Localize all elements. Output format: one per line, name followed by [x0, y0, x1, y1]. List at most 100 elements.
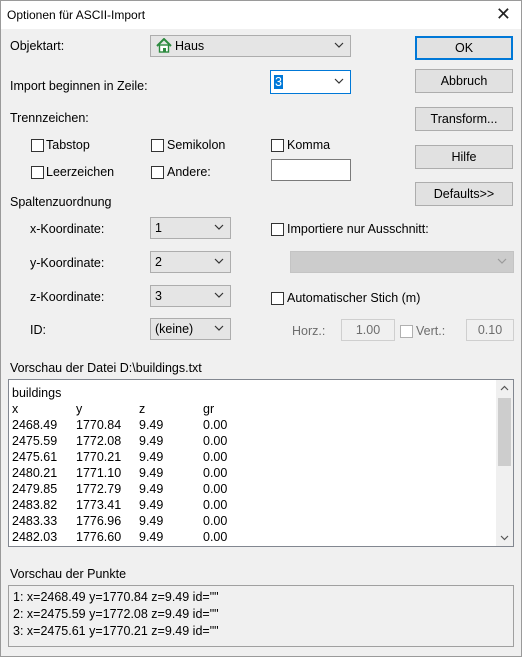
- table-cell: 2475.59: [12, 434, 58, 448]
- table-cell: 9.49: [139, 466, 164, 480]
- ausschnitt-checkbox[interactable]: [271, 223, 284, 236]
- tabstop-checkbox[interactable]: [31, 139, 44, 152]
- stich-checkbox[interactable]: [271, 292, 284, 305]
- vert-value: 0.10: [477, 323, 503, 337]
- table-cell: 9.49: [139, 418, 164, 432]
- table-cell: 2483.82: [12, 498, 58, 512]
- import-start-select[interactable]: 3: [270, 70, 351, 94]
- window-title: Optionen für ASCII-Import: [7, 8, 146, 22]
- vert-checkbox[interactable]: [400, 325, 413, 338]
- ok-button[interactable]: OK: [415, 36, 513, 60]
- andere-input[interactable]: [271, 159, 351, 181]
- y-koordinate-value: 2: [155, 255, 162, 269]
- y-koordinate-label: y-Koordinate:: [30, 256, 105, 270]
- objektart-select[interactable]: Haus: [150, 35, 351, 57]
- house-icon: [156, 38, 172, 53]
- x-koordinate-select[interactable]: 1: [150, 217, 231, 239]
- y-koordinate-select[interactable]: 2: [150, 251, 231, 273]
- vertical-scrollbar[interactable]: [496, 380, 513, 546]
- x-koordinate-label: x-Koordinate:: [30, 222, 105, 236]
- horz-label: Horz.:: [292, 324, 326, 338]
- abbruch-button[interactable]: Abbruch: [415, 69, 513, 93]
- vert-input[interactable]: 0.10: [466, 319, 514, 341]
- table-cell: 9.49: [139, 498, 164, 512]
- table-cell: 0.00: [203, 466, 228, 480]
- import-start-value: 3: [274, 75, 283, 89]
- column-header: y: [76, 402, 83, 416]
- chevron-down-icon: [334, 78, 344, 84]
- table-cell: 1773.41: [76, 498, 122, 512]
- table-cell: 9.49: [139, 514, 164, 528]
- komma-label: Komma: [287, 138, 331, 152]
- chevron-down-icon: [214, 292, 224, 298]
- x-koordinate-value: 1: [155, 221, 162, 235]
- z-koordinate-select[interactable]: 3: [150, 285, 231, 307]
- table-cell: 0.00: [203, 514, 228, 528]
- ausschnitt-select[interactable]: [290, 251, 514, 273]
- list-item: 2: x=2475.59 y=1772.08 z=9.49 id="": [13, 607, 219, 621]
- table-cell: 0.00: [203, 450, 228, 464]
- file-preview-list[interactable]: buildings x y z gr 2468.49 1770.84 9.49 0.0…: [8, 379, 514, 547]
- list-item: 1: x=2468.49 y=1770.84 z=9.49 id="": [13, 590, 219, 604]
- table-cell: 2475.61: [12, 450, 58, 464]
- table-cell: 1776.96: [76, 514, 122, 528]
- table-cell: 0.00: [203, 498, 228, 512]
- scroll-up-icon[interactable]: [499, 383, 510, 394]
- semikolon-checkbox[interactable]: [151, 139, 164, 152]
- list-item: 3: x=2475.61 y=1770.21 z=9.49 id="": [13, 624, 219, 638]
- chevron-down-icon: [214, 325, 224, 331]
- andere-label: Andere:: [167, 165, 211, 179]
- horz-input[interactable]: 1.00: [341, 319, 395, 341]
- transform-button[interactable]: Transform...: [415, 107, 513, 131]
- id-value: (keine): [155, 322, 194, 336]
- table-cell: 9.49: [139, 482, 164, 496]
- table-cell: 1770.21: [76, 450, 122, 464]
- z-koordinate-label: z-Koordinate:: [30, 290, 105, 304]
- points-preview-label: Vorschau der Punkte: [10, 567, 127, 581]
- table-cell: 2482.03: [12, 530, 58, 544]
- table-cell: 9.49: [139, 530, 164, 544]
- objektart-label: Objektart:: [10, 39, 65, 53]
- tabstop-label: Tabstop: [46, 138, 90, 152]
- column-header: gr: [203, 402, 215, 416]
- table-cell: 2480.21: [12, 466, 58, 480]
- scroll-down-icon[interactable]: [499, 532, 510, 543]
- spaltenzuordnung-label: Spaltenzuordnung: [10, 195, 112, 209]
- import-start-label: Import beginnen in Zeile:: [10, 79, 148, 93]
- id-label: ID:: [30, 323, 46, 337]
- table-cell: 2483.33: [12, 514, 58, 528]
- table-cell: 2468.49: [12, 418, 58, 432]
- table-cell: 9.49: [139, 450, 164, 464]
- points-preview-box: 1: x=2468.49 y=1770.84 z=9.49 id="" 2: x…: [8, 585, 514, 647]
- stich-label: Automatischer Stich (m): [287, 291, 421, 305]
- table-cell: 1772.79: [76, 482, 122, 496]
- hilfe-button[interactable]: Hilfe: [415, 145, 513, 169]
- chevron-down-icon: [334, 42, 344, 48]
- table-cell: 0.00: [203, 418, 228, 432]
- komma-checkbox[interactable]: [271, 139, 284, 152]
- table-cell: 1771.10: [76, 466, 122, 480]
- dialog-window: Optionen für ASCII-Import ✕ Objektart: H…: [0, 0, 522, 657]
- id-select[interactable]: (keine): [150, 318, 231, 340]
- horz-value: 1.00: [355, 323, 381, 337]
- table-cell: 0.00: [203, 434, 228, 448]
- z-koordinate-value: 3: [155, 289, 162, 303]
- table-cell: 1770.84: [76, 418, 122, 432]
- table-cell: 2479.85: [12, 482, 58, 496]
- chevron-down-icon: [497, 258, 507, 264]
- andere-checkbox[interactable]: [151, 166, 164, 179]
- table-cell: 9.49: [139, 434, 164, 448]
- vert-label: Vert.:: [416, 324, 446, 338]
- close-icon[interactable]: ✕: [496, 4, 511, 25]
- table-cell: 1772.08: [76, 434, 122, 448]
- leerzeichen-label: Leerzeichen: [46, 165, 115, 179]
- defaults-button[interactable]: Defaults>>: [415, 182, 513, 206]
- title-bar: Optionen für ASCII-Import ✕: [1, 1, 521, 29]
- trennzeichen-label: Trennzeichen:: [10, 111, 89, 125]
- leerzeichen-checkbox[interactable]: [31, 166, 44, 179]
- scroll-thumb[interactable]: [498, 398, 511, 466]
- column-header: z: [139, 402, 146, 416]
- file-preview-label: Vorschau der Datei D:\buildings.txt: [10, 361, 202, 375]
- column-header: x: [12, 402, 19, 416]
- chevron-down-icon: [214, 258, 224, 264]
